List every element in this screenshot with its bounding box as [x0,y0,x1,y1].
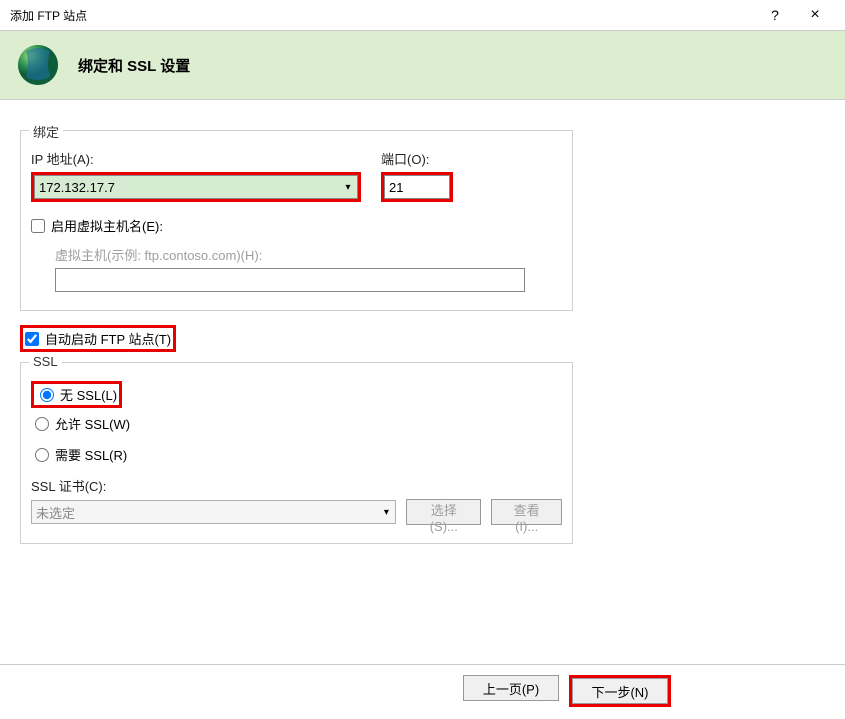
ip-label: IP 地址(A): [31,149,361,168]
ssl-cert-placeholder: 未选定 [32,503,377,522]
cert-label: SSL 证书(C): [31,476,562,495]
prev-button[interactable]: 上一页(P) [463,675,559,701]
next-button[interactable]: 下一步(N) [572,678,668,704]
view-cert-button: 查看(I)... [491,499,562,525]
vhost-input [55,268,525,292]
allow-ssl-radio[interactable] [35,417,49,431]
enable-vhost-label: 启用虚拟主机名(E): [51,216,163,235]
auto-start-label: 自动启动 FTP 站点(T) [45,329,171,348]
binding-fieldset: 绑定 IP 地址(A): ▾ 端口(O): 启用虚拟主机名(E) [20,130,573,311]
header-band: 绑定和 SSL 设置 [0,30,845,100]
no-ssl-radio[interactable] [40,388,54,402]
ip-address-input[interactable] [35,176,339,198]
titlebar: 添加 FTP 站点 ? × [0,0,845,30]
globe-icon [14,41,62,89]
page-title: 绑定和 SSL 设置 [78,55,190,76]
help-button[interactable]: ? [755,7,795,23]
port-label: 端口(O): [381,149,453,168]
port-input[interactable] [384,175,450,199]
footer: 上一页(P) 下一步(N) [0,664,845,707]
ssl-legend: SSL [29,354,62,369]
window-title: 添加 FTP 站点 [10,7,755,24]
require-ssl-radio[interactable] [35,448,49,462]
no-ssl-label: 无 SSL(L) [60,385,117,404]
binding-legend: 绑定 [29,122,63,141]
enable-vhost-checkbox[interactable] [31,219,45,233]
content-area: 绑定 IP 地址(A): ▾ 端口(O): 启用虚拟主机名(E) [0,100,845,570]
ip-dropdown-arrow[interactable]: ▾ [339,182,357,193]
select-cert-button: 选择(S)... [406,499,481,525]
close-button[interactable]: × [795,6,835,24]
ssl-cert-combo[interactable]: 未选定 ▾ [31,500,396,524]
allow-ssl-label: 允许 SSL(W) [55,414,130,433]
vhost-label: 虚拟主机(示例: ftp.contoso.com)(H): [55,245,562,264]
auto-start-checkbox[interactable] [25,332,39,346]
require-ssl-label: 需要 SSL(R) [55,445,127,464]
ssl-fieldset: SSL 无 SSL(L) 允许 SSL(W) 需要 SSL(R) SSL 证书(… [20,362,573,544]
cert-dropdown-arrow[interactable]: ▾ [377,507,395,518]
